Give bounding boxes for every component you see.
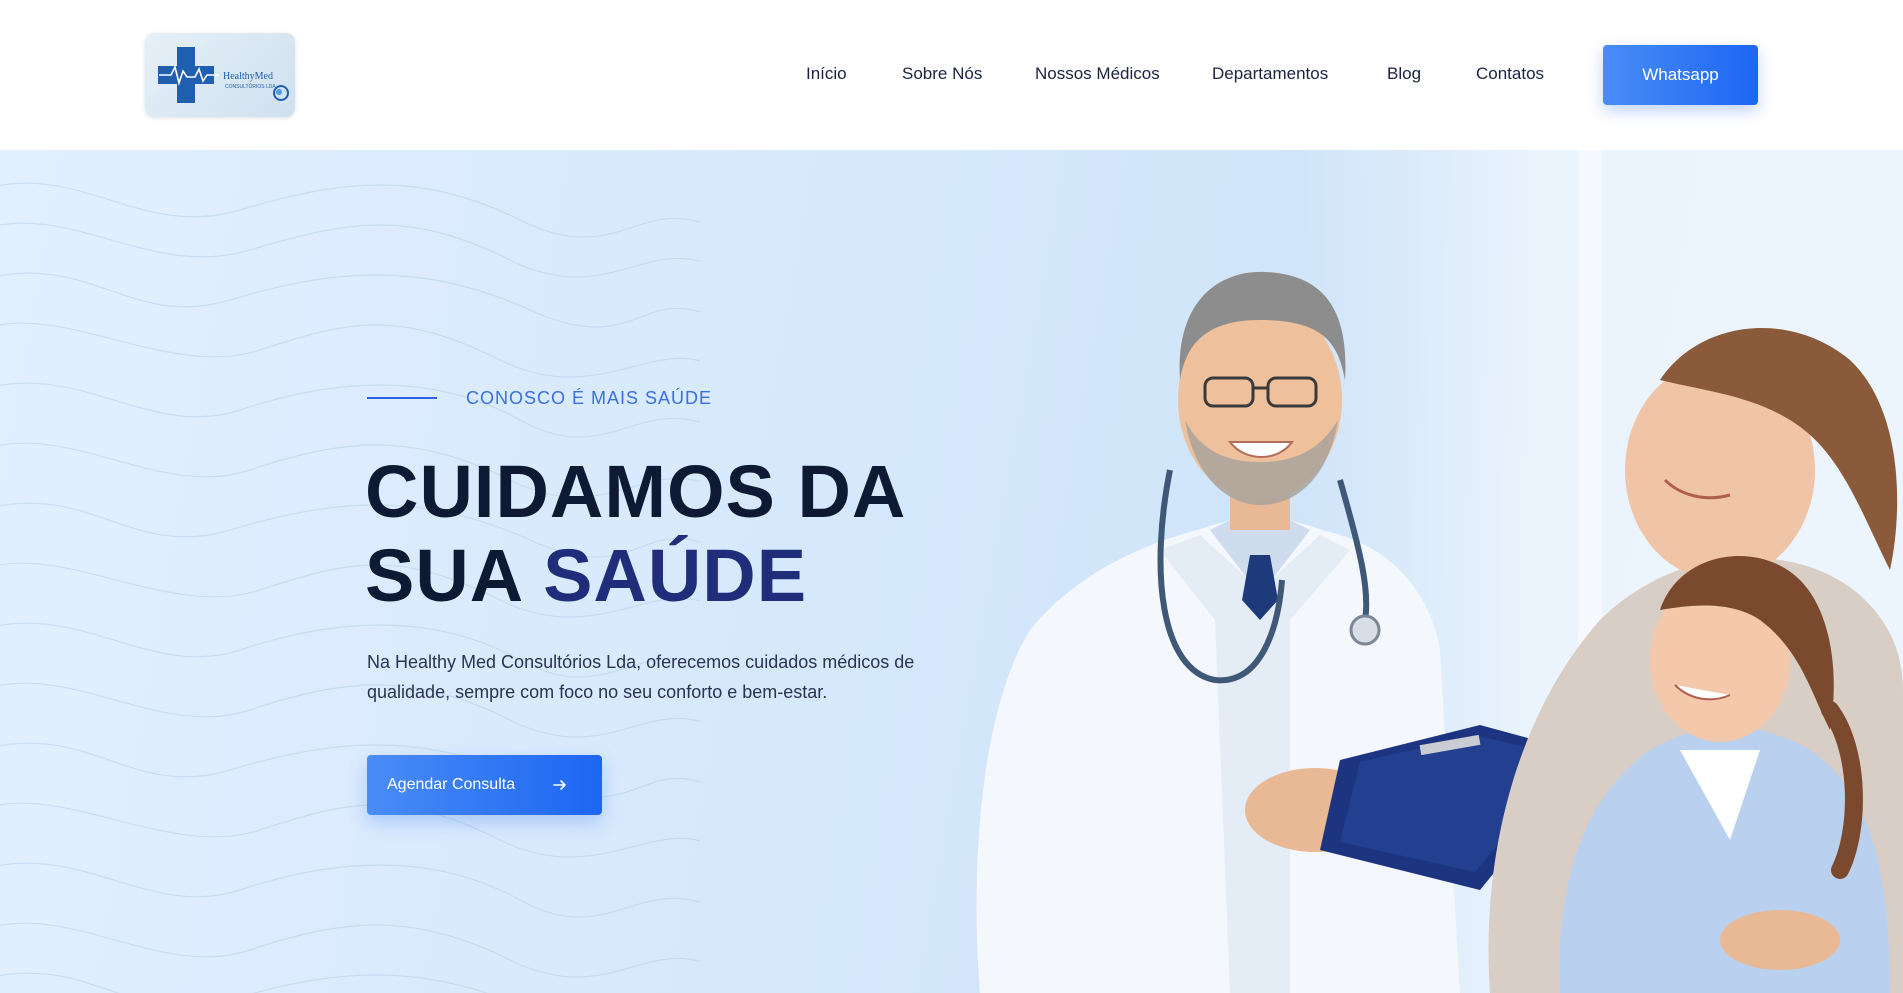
- hero-section: CONOSCO É MAIS SAÚDE CUIDAMOS DA SUA SAÚ…: [0, 150, 1903, 993]
- hero-photo-doctor-and-family: [976, 271, 1903, 993]
- hero-title-line2: SUA: [365, 534, 544, 617]
- hero-eyebrow: CONOSCO É MAIS SAÚDE: [466, 388, 713, 408]
- svg-text:HealthyMed: HealthyMed: [223, 71, 273, 82]
- nav-item-contatos[interactable]: Contatos: [1476, 64, 1544, 84]
- site-logo[interactable]: HealthyMed CONSULTÓRIOS LDA: [145, 33, 295, 117]
- schedule-appointment-button[interactable]: Agendar Consulta: [367, 755, 602, 815]
- nav-item-departamentos[interactable]: Departamentos: [1212, 64, 1328, 84]
- hero-title-accent: SAÚDE: [543, 534, 808, 617]
- schedule-appointment-label: Agendar Consulta: [387, 776, 516, 793]
- site-header: HealthyMed CONSULTÓRIOS LDA Início Sobre…: [0, 0, 1903, 150]
- arrow-right-icon: [553, 780, 566, 790]
- svg-text:CONSULTÓRIOS LDA: CONSULTÓRIOS LDA: [225, 83, 276, 90]
- nav-item-inicio[interactable]: Início: [806, 64, 847, 84]
- whatsapp-button[interactable]: Whatsapp: [1603, 45, 1758, 105]
- medical-cross-logo-icon: HealthyMed CONSULTÓRIOS LDA: [158, 47, 289, 103]
- eyebrow-divider: [367, 397, 437, 399]
- hero-description: Na Healthy Med Consultórios Lda, oferece…: [367, 652, 915, 702]
- nav-item-sobre-nos[interactable]: Sobre Nós: [902, 64, 982, 84]
- nav-item-blog[interactable]: Blog: [1387, 64, 1421, 84]
- hero-title: CUIDAMOS DA SUA SAÚDE: [365, 450, 906, 618]
- hero-title-line1: CUIDAMOS DA: [365, 450, 907, 533]
- nav-item-nossos-medicos[interactable]: Nossos Médicos: [1035, 64, 1160, 84]
